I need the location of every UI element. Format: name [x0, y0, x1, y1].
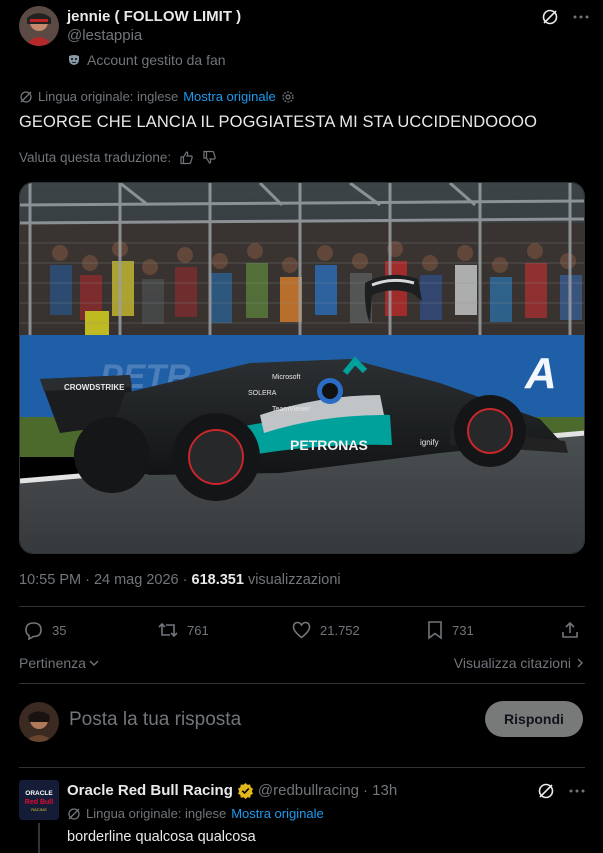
reply-action[interactable]: 35	[23, 620, 66, 641]
current-user-avatar[interactable]	[19, 702, 59, 742]
bookmark-count: 731	[452, 622, 474, 638]
views-label: visualizzazioni	[247, 572, 341, 588]
image-text-solera: SOLERA	[248, 390, 277, 397]
rate-translation-label: Valuta questa traduzione:	[19, 150, 172, 165]
relevance-label: Pertinenza	[19, 655, 86, 671]
author-name[interactable]: jennie ( FOLLOW LIMIT )	[67, 8, 241, 25]
reply-time[interactable]: · 13h	[363, 782, 397, 799]
reply-tweet[interactable]: ORACLE Red Bull RACING Oracle Red Bull R…	[19, 780, 585, 853]
reply-header-actions	[537, 782, 585, 800]
image-text-teamviewer: TeamViewer	[272, 406, 311, 413]
reply-translation-info: Lingua originale: inglese Mostra origina…	[67, 806, 324, 821]
tweet-header: jennie ( FOLLOW LIMIT ) @lestappia Accou…	[19, 6, 589, 76]
reply-author-name[interactable]: Oracle Red Bull Racing	[67, 782, 233, 799]
tweet-time[interactable]: 10:55 PM · 24 mag 2026 ·	[19, 572, 187, 588]
reply-icon	[23, 620, 44, 641]
repost-count: 761	[187, 622, 209, 638]
image-text-petronas: PETRONAS	[290, 437, 368, 453]
reply-author-row: Oracle Red Bull Racing @redbullracing · …	[67, 782, 397, 799]
view-quotes-label: Visualizza citazioni	[453, 655, 571, 671]
redbull-avatar[interactable]: ORACLE Red Bull RACING	[19, 780, 59, 820]
image-text-microsoft: Microsoft	[272, 374, 300, 381]
tweet-text: GEORGE CHE LANCIA IL POGGIATESTA MI STA …	[19, 113, 538, 131]
tweet-actions: 35 761 21.752 731	[19, 620, 585, 644]
logo-text-redbull: Red Bull	[25, 799, 53, 806]
fan-account-text: Account gestito da fan	[87, 52, 226, 68]
reply-button[interactable]: Rispondi	[485, 701, 583, 737]
more-icon[interactable]	[573, 14, 589, 20]
divider	[19, 606, 585, 607]
more-icon[interactable]	[569, 788, 585, 794]
show-original-link[interactable]: Mostra originale	[183, 89, 276, 104]
thumb-down-icon[interactable]	[202, 150, 217, 165]
reply-original-language-label: Lingua originale: inglese	[86, 806, 227, 821]
reply-author-handle[interactable]: @redbullracing	[258, 782, 359, 799]
fan-account-label: Account gestito da fan	[67, 52, 226, 68]
reply-input[interactable]: Posta la tua risposta	[69, 709, 241, 731]
bookmark-icon	[426, 620, 444, 640]
views-count: 618.351	[191, 572, 244, 588]
logo-text-oracle: ORACLE	[25, 790, 53, 797]
author-handle[interactable]: @lestappia	[67, 27, 142, 44]
share-icon	[560, 620, 580, 640]
thread-line	[38, 823, 40, 853]
bookmark-action[interactable]: 731	[426, 620, 474, 640]
tweet-photo[interactable]: A PETR CROWDSTRIKE Microsoft SOLERA Team…	[19, 182, 585, 554]
reply-count: 35	[52, 623, 67, 638]
relevance-dropdown[interactable]: Pertinenza	[19, 655, 100, 671]
chevron-right-icon	[575, 657, 585, 669]
original-language-label: Lingua originale: inglese	[38, 89, 179, 104]
translate-icon	[67, 807, 81, 821]
reply-show-original-link[interactable]: Mostra originale	[231, 806, 324, 821]
fan-mask-icon	[67, 53, 81, 67]
repost-icon	[157, 620, 179, 640]
view-quotes-link[interactable]: Visualizza citazioni	[454, 655, 585, 671]
like-action[interactable]: 21.752	[291, 620, 360, 640]
repost-action[interactable]: 761	[157, 620, 209, 640]
rate-translation: Valuta questa traduzione:	[19, 150, 217, 165]
like-count: 21.752	[320, 622, 360, 638]
header-actions	[541, 8, 589, 26]
like-icon	[291, 620, 312, 640]
translate-icon[interactable]	[541, 8, 559, 26]
logo-text-racing: RACING	[31, 807, 47, 812]
share-action[interactable]	[560, 620, 580, 640]
svg-text:A: A	[524, 349, 557, 398]
verified-badge-icon	[237, 782, 254, 799]
image-text-ignify: ignify	[420, 438, 439, 447]
reply-composer: Posta la tua risposta Rispondi	[19, 700, 585, 744]
divider	[19, 683, 585, 684]
settings-icon[interactable]	[281, 90, 295, 104]
translate-icon	[19, 90, 33, 104]
divider	[19, 767, 585, 768]
translate-icon[interactable]	[537, 782, 555, 800]
translation-info: Lingua originale: inglese Mostra origina…	[19, 89, 295, 104]
reply-text: borderline qualcosa qualcosa	[67, 829, 256, 845]
tweet-meta: 10:55 PM · 24 mag 2026 · 618.351 visuali…	[19, 572, 341, 588]
image-text-crowdstrike: CROWDSTRIKE	[64, 383, 125, 392]
author-avatar[interactable]	[19, 6, 59, 46]
thumb-up-icon[interactable]	[179, 150, 194, 165]
chevron-down-icon	[88, 657, 100, 669]
